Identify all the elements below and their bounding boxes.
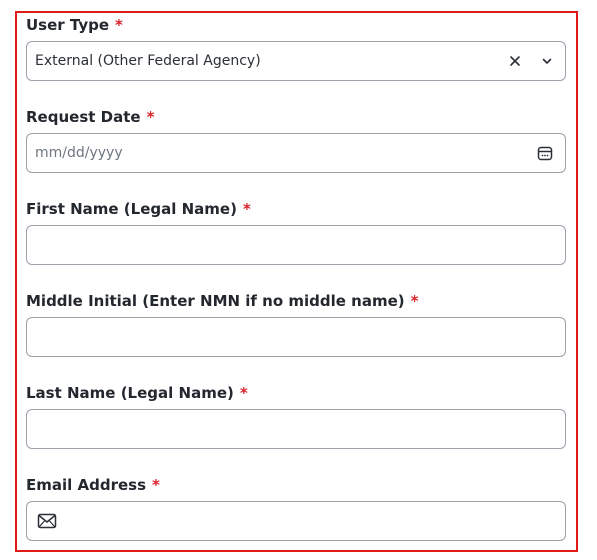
email-input-box bbox=[26, 501, 566, 541]
required-asterisk: * bbox=[239, 384, 248, 402]
user-type-selected-value: External (Other Federal Agency) bbox=[35, 53, 261, 69]
required-asterisk: * bbox=[242, 200, 251, 218]
last-name-input-box bbox=[26, 409, 566, 449]
first-name-label-text: First Name (Legal Name) bbox=[26, 200, 237, 218]
request-date-label-text: Request Date bbox=[26, 108, 141, 126]
first-name-field: First Name (Legal Name) * bbox=[26, 198, 566, 265]
email-label: Email Address * bbox=[26, 474, 566, 496]
close-icon[interactable] bbox=[505, 51, 525, 71]
required-asterisk: * bbox=[146, 108, 155, 126]
user-type-label: User Type * bbox=[26, 14, 566, 36]
middle-initial-label-text: Middle Initial (Enter NMN if no middle n… bbox=[26, 292, 405, 310]
user-type-label-text: User Type bbox=[26, 16, 110, 34]
calendar-icon[interactable] bbox=[535, 143, 555, 163]
request-date-placeholder: mm/dd/yyyy bbox=[35, 145, 123, 161]
required-asterisk: * bbox=[410, 292, 419, 310]
middle-initial-label: Middle Initial (Enter NMN if no middle n… bbox=[26, 290, 566, 312]
last-name-label-text: Last Name (Legal Name) bbox=[26, 384, 234, 402]
last-name-input[interactable] bbox=[35, 410, 555, 448]
required-asterisk: * bbox=[115, 16, 123, 34]
user-type-field: User Type * External (Other Federal Agenc… bbox=[26, 14, 566, 81]
email-label-text: Email Address bbox=[26, 476, 147, 494]
request-date-label: Request Date * bbox=[26, 106, 566, 128]
last-name-field: Last Name (Legal Name) * bbox=[26, 382, 566, 449]
first-name-input-box bbox=[26, 225, 566, 265]
request-date-field: Request Date * mm/dd/yyyy bbox=[26, 106, 566, 173]
email-input[interactable] bbox=[67, 502, 557, 540]
user-type-select[interactable]: External (Other Federal Agency) bbox=[26, 41, 566, 81]
highlight-frame bbox=[15, 11, 578, 552]
middle-initial-field: Middle Initial (Enter NMN if no middle n… bbox=[26, 290, 566, 357]
envelope-icon bbox=[37, 513, 57, 529]
request-date-input[interactable]: mm/dd/yyyy bbox=[26, 133, 566, 173]
email-field: Email Address * bbox=[26, 474, 566, 541]
middle-initial-input[interactable] bbox=[35, 318, 555, 356]
required-asterisk: * bbox=[152, 476, 160, 494]
last-name-label: Last Name (Legal Name) * bbox=[26, 382, 566, 404]
first-name-label: First Name (Legal Name) * bbox=[26, 198, 566, 220]
chevron-down-icon[interactable] bbox=[537, 51, 557, 71]
first-name-input[interactable] bbox=[35, 226, 555, 264]
middle-initial-input-box bbox=[26, 317, 566, 357]
